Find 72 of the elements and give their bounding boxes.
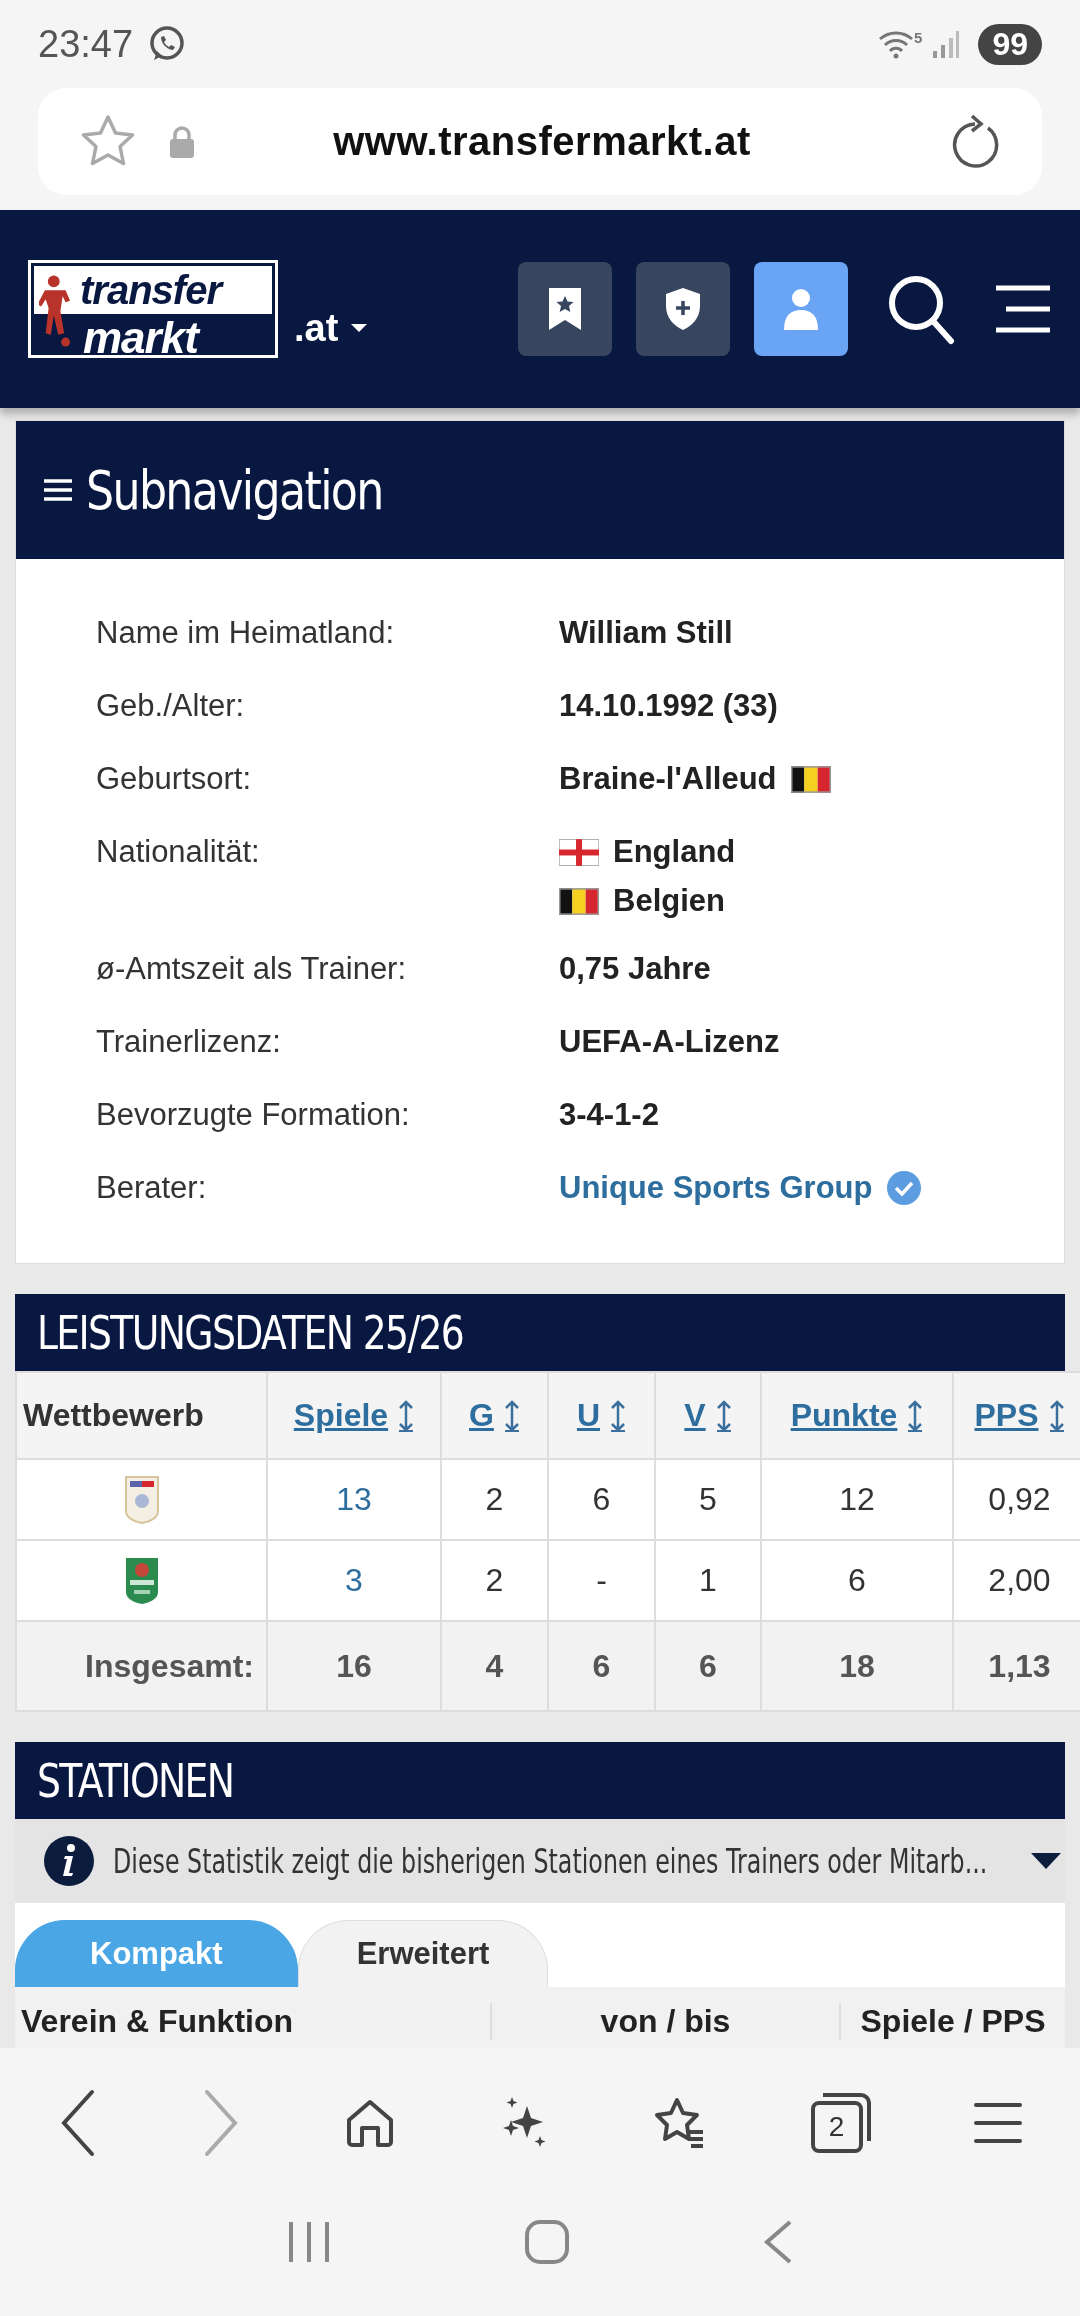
battery-level: 99 <box>978 23 1042 65</box>
recent-apps-icon[interactable] <box>286 2220 331 2264</box>
games-link[interactable]: 13 <box>267 1459 441 1540</box>
clock-time: 23:47 <box>38 22 134 66</box>
subnavigation-bar[interactable]: Subnavigation <box>16 421 1064 559</box>
table-cell: 5 <box>655 1459 761 1540</box>
field-value: England <box>613 834 736 870</box>
table-cell: 2 <box>441 1459 548 1540</box>
tab[interactable]: Erweitert <box>297 1920 549 1987</box>
table-cell: 6 <box>548 1459 655 1540</box>
flag-icon <box>790 765 831 793</box>
field-value: 14.10.1992 (33) <box>559 688 778 724</box>
user-button[interactable] <box>754 262 848 356</box>
sort-icon <box>907 1399 924 1432</box>
user-icon <box>781 286 821 332</box>
caret-icon <box>1031 1853 1061 1869</box>
menu-icon <box>44 479 72 501</box>
search-icon[interactable] <box>886 273 956 345</box>
url-text: www.transfermarkt.at <box>332 119 752 164</box>
sort-icon <box>610 1399 627 1432</box>
sort-icon <box>503 1399 520 1432</box>
field-label: Nationalität: <box>96 834 261 870</box>
column-header: Wettbewerb <box>23 1397 204 1433</box>
field-value: UEFA-A-Lizenz <box>559 1024 780 1060</box>
field-label: Berater: <box>96 1170 208 1206</box>
flag-icon <box>559 887 599 915</box>
column-header: Spiele / PPS <box>859 2003 1047 2040</box>
field-value: Belgien <box>613 883 725 919</box>
caret-icon <box>350 323 369 333</box>
signal-icon <box>932 29 961 59</box>
menu-icon[interactable] <box>994 284 1052 334</box>
flag-icon <box>559 838 599 866</box>
site-logo[interactable]: transfer markt <box>28 260 278 358</box>
column-header: von / bis <box>492 2003 841 2040</box>
total-cell: 16 <box>267 1621 441 1711</box>
total-label: Insgesamt: <box>16 1621 267 1711</box>
field-value: William Still <box>559 615 733 651</box>
domain-selector[interactable]: .at <box>294 306 369 350</box>
advisor-link[interactable]: Unique Sports Group <box>559 1170 873 1206</box>
info-bar[interactable]: Diese Statistik zeigt die bisherigen Stationen eines Trainers oder Mitarb... <box>15 1819 1065 1903</box>
lock-icon <box>168 124 196 159</box>
bookmark-button[interactable] <box>518 262 612 356</box>
home-icon[interactable] <box>344 2098 395 2148</box>
wifi-label: 5 <box>914 29 923 46</box>
shield-icon <box>663 286 703 332</box>
sort-icon <box>398 1399 415 1432</box>
field-label: ø-Amtszeit als Trainer: <box>96 951 408 987</box>
menu-icon[interactable] <box>973 2101 1022 2145</box>
total-cell: 18 <box>761 1621 953 1711</box>
total-cell: 6 <box>548 1621 655 1711</box>
total-cell: 6 <box>655 1621 761 1711</box>
shield-button[interactable] <box>636 262 730 356</box>
field-label: Name im Heimatland: <box>96 615 396 651</box>
wifi-icon <box>878 29 915 59</box>
field-value: 0,75 Jahre <box>559 951 711 987</box>
total-cell: 4 <box>441 1621 548 1711</box>
field-value: 3-4-1-2 <box>559 1097 659 1133</box>
column-header: Verein & Funktion <box>15 2003 492 2040</box>
sort-icon <box>1048 1399 1065 1432</box>
table-cell: 12 <box>761 1459 953 1540</box>
field-label: Geb./Alter: <box>96 688 246 724</box>
column-sort-link[interactable]: V <box>684 1397 732 1434</box>
field-label: Geburtsort: <box>96 761 253 797</box>
field-label: Trainerlizenz: <box>96 1024 282 1060</box>
field-label: Bevorzugte Formation: <box>96 1097 411 1133</box>
home-button-icon[interactable] <box>524 2219 570 2265</box>
info-icon <box>43 1835 95 1887</box>
address-bar[interactable]: www.transfermarkt.at <box>38 88 1042 195</box>
section-header: STATIONEN <box>15 1742 1065 1819</box>
section-header: LEISTUNGSDATEN 25/26 <box>15 1294 1065 1371</box>
sort-icon <box>715 1399 732 1432</box>
field-value: Braine-l'Alleud <box>559 761 777 797</box>
